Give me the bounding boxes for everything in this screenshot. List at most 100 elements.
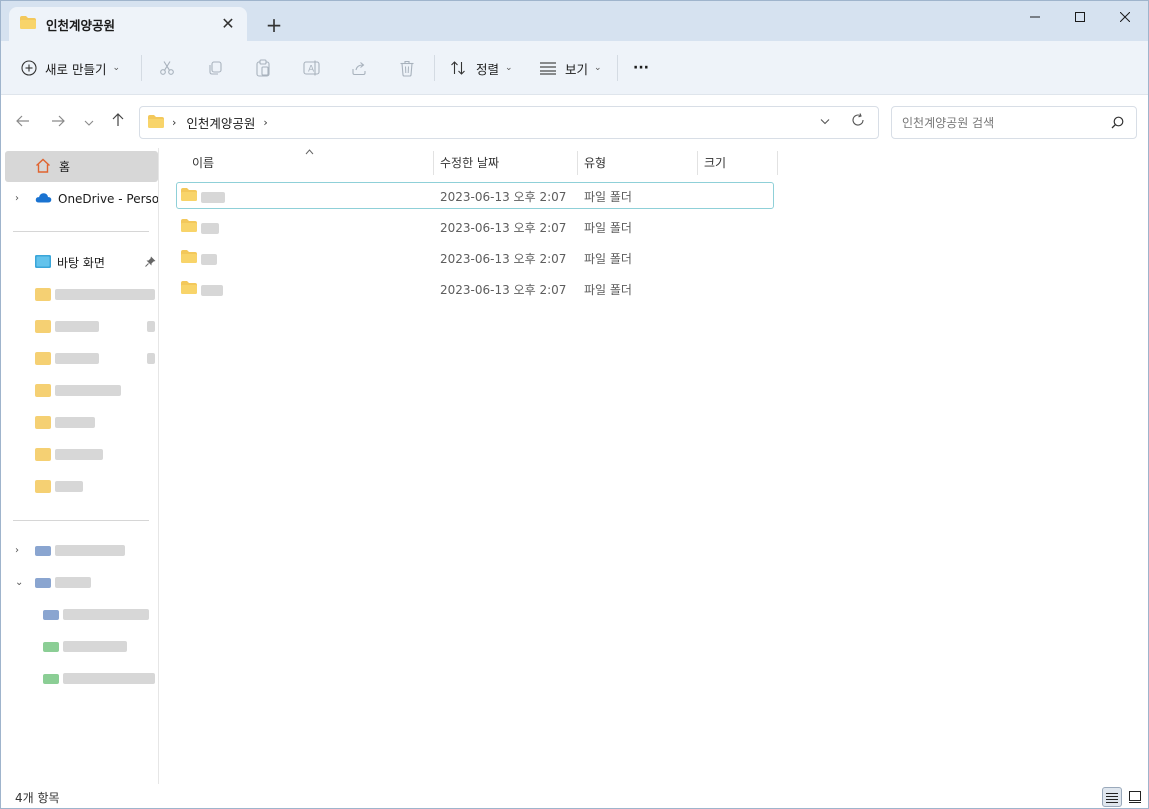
close-tab-icon[interactable]: ✕ (219, 15, 237, 33)
close-window-button[interactable] (1102, 5, 1148, 29)
chevron-down-icon: ⌄ (112, 63, 121, 73)
breadcrumb-item[interactable]: 인천계양공원 (186, 113, 255, 132)
maximize-button[interactable] (1057, 5, 1103, 29)
tiles-view-icon (1129, 791, 1141, 803)
sidebar-item-desktop[interactable]: 바탕 화면 (5, 247, 158, 278)
cloud-icon (35, 192, 52, 206)
column-header-name[interactable]: 이름 (192, 148, 214, 176)
new-button[interactable]: 새로 만들기 ⌄ (21, 53, 120, 83)
divider (617, 55, 618, 81)
redacted-file-name (201, 254, 217, 265)
sort-icon (451, 61, 465, 75)
minimize-button[interactable] (1012, 5, 1058, 29)
chevron-down-icon: ⌄ (505, 63, 513, 73)
chevron-down-icon: ⌄ (594, 63, 602, 73)
table-row[interactable]: 2023-06-13 오후 2:07 파일 폴더 (176, 275, 774, 302)
paste-button[interactable] (255, 53, 271, 83)
minimize-icon (1030, 16, 1040, 18)
sidebar-item-home[interactable]: 홈 (5, 151, 158, 182)
chevron-right-icon[interactable]: › (15, 193, 19, 204)
column-divider[interactable] (777, 151, 778, 175)
more-options-button[interactable]: ··· (633, 53, 649, 83)
redacted-label (55, 321, 99, 332)
address-dropdown-icon[interactable] (820, 115, 830, 128)
column-header-label: 유형 (584, 155, 607, 170)
sidebar-item-onedrive[interactable]: › OneDrive - Personal (5, 183, 158, 214)
chevron-right-icon[interactable]: › (15, 545, 19, 556)
table-row[interactable]: 2023-06-13 오후 2:07 파일 폴더 (176, 213, 774, 240)
drive-icon (43, 641, 59, 652)
folder-icon (35, 320, 51, 333)
column-divider[interactable] (433, 151, 434, 175)
column-divider[interactable] (577, 151, 578, 175)
search-box[interactable] (891, 106, 1137, 139)
sidebar-item-pinned-folder[interactable] (5, 375, 158, 406)
folder-icon (35, 352, 51, 365)
copy-button[interactable] (207, 53, 223, 83)
svg-text:A: A (308, 65, 315, 75)
up-button[interactable] (108, 113, 128, 131)
forward-button[interactable] (48, 113, 68, 131)
file-list: 이름 수정한 날짜 유형 크기 2023-06-13 오후 2:07 파일 폴더 (160, 148, 1148, 784)
share-icon (352, 62, 366, 76)
sidebar-item-network[interactable]: ⌄ (5, 567, 158, 598)
chevron-right-icon[interactable]: › (263, 116, 267, 129)
sort-button-label: 정렬 (476, 61, 500, 77)
redacted-label (55, 545, 125, 556)
cut-button[interactable] (159, 53, 175, 83)
view-button[interactable]: 보기 ⌄ (539, 53, 602, 83)
table-row[interactable]: 2023-06-13 오후 2:07 파일 폴더 (176, 182, 774, 209)
folder-icon (35, 384, 51, 397)
recent-locations-button[interactable] (79, 113, 99, 131)
column-divider[interactable] (697, 151, 698, 175)
sidebar-item-pinned-folder[interactable] (5, 343, 158, 374)
redacted-label (55, 353, 99, 364)
redacted-label (55, 385, 121, 396)
address-bar[interactable]: › 인천계양공원 › (139, 106, 879, 139)
file-explorer-window: 인천계양공원 ✕ + 새로 만들기 ⌄ A 정렬 ⌄ 보기 ⌄ ··· › 인천… (0, 0, 1149, 809)
sidebar-item-drive[interactable]: › (5, 535, 158, 566)
sidebar-item-network-child[interactable] (5, 599, 158, 630)
sidebar-item-pinned-folder[interactable] (5, 471, 158, 502)
details-view-button[interactable] (1102, 787, 1122, 807)
redacted-label (63, 673, 155, 684)
column-header-type[interactable]: 유형 (584, 148, 606, 176)
rename-button[interactable]: A (303, 53, 321, 83)
address-row: › 인천계양공원 › (1, 96, 1148, 148)
new-tab-button[interactable]: + (264, 15, 284, 35)
column-header-label: 크기 (704, 155, 727, 170)
folder-icon (35, 416, 51, 429)
sidebar-item-network-child[interactable] (5, 631, 158, 662)
search-input[interactable] (902, 115, 1102, 130)
delete-button[interactable] (399, 53, 415, 83)
chevron-down-icon (84, 120, 94, 126)
column-header-modified[interactable]: 수정한 날짜 (440, 148, 499, 176)
share-button[interactable] (351, 53, 367, 83)
tiles-view-button[interactable] (1125, 787, 1145, 807)
sidebar-item-label: 바탕 화면 (57, 256, 105, 270)
file-type: 파일 폴더 (584, 252, 632, 266)
details-view-icon (1106, 792, 1118, 803)
sidebar-item-pinned-folder[interactable] (5, 279, 158, 310)
chevron-right-icon[interactable]: › (172, 116, 176, 129)
back-button[interactable] (13, 113, 33, 131)
redacted-file-name (201, 192, 225, 203)
sidebar-item-label: OneDrive - Personal (58, 191, 159, 206)
sidebar-item-pinned-folder[interactable] (5, 311, 158, 342)
sidebar-item-pinned-folder[interactable] (5, 407, 158, 438)
tab-current-folder[interactable]: 인천계양공원 ✕ (9, 7, 247, 41)
column-header-size[interactable]: 크기 (704, 148, 726, 176)
copy-icon (209, 61, 222, 75)
scissors-icon (160, 61, 174, 75)
redacted-label (55, 417, 95, 428)
refresh-icon[interactable] (851, 113, 865, 131)
file-modified: 2023-06-13 오후 2:07 (440, 252, 567, 266)
search-icon[interactable] (1111, 116, 1124, 132)
redacted-file-name (201, 285, 223, 296)
sidebar-item-network-child[interactable] (5, 663, 158, 694)
chevron-down-icon[interactable]: ⌄ (15, 577, 23, 588)
table-row[interactable]: 2023-06-13 오후 2:07 파일 폴더 (176, 244, 774, 271)
sort-button[interactable]: 정렬 ⌄ (450, 53, 513, 83)
sidebar-item-pinned-folder[interactable] (5, 439, 158, 470)
rename-icon: A (303, 60, 320, 76)
